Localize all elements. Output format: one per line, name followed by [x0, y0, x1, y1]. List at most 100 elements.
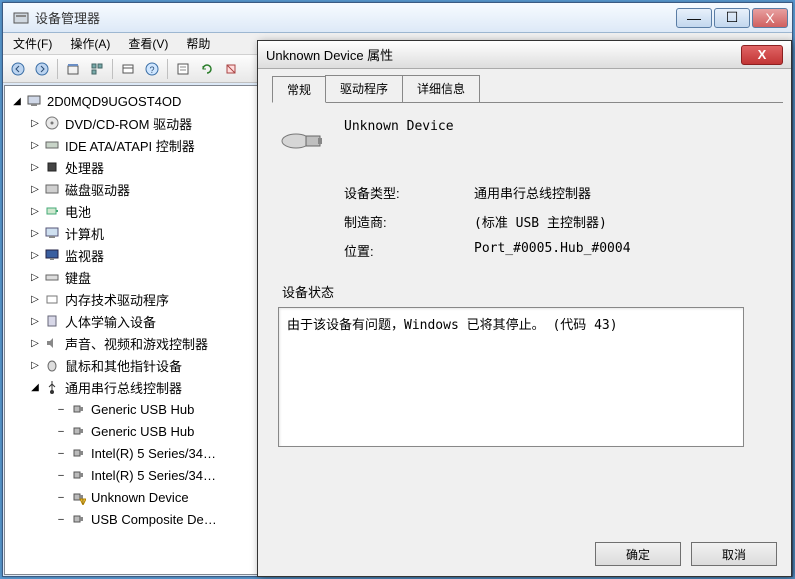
tree-node-label: 处理器: [65, 158, 104, 177]
svg-text:?: ?: [149, 65, 154, 75]
dialog-title-bar: Unknown Device 属性 X: [258, 41, 791, 69]
leaf-dash: –: [53, 448, 69, 459]
expand-icon[interactable]: ▷: [27, 316, 43, 327]
tree-root-label: 2D0MQD9UGOST4OD: [47, 94, 181, 109]
menu-help[interactable]: 帮助: [182, 33, 214, 54]
tab-row: 常规 驱动程序 详细信息: [258, 69, 791, 102]
tb-help-icon[interactable]: ?: [141, 58, 163, 80]
tb-organize-icon[interactable]: [86, 58, 108, 80]
usb-plug-icon: [278, 117, 326, 165]
device-header: Unknown Device: [278, 117, 771, 165]
expand-icon[interactable]: ▷: [27, 228, 43, 239]
tb-up-icon[interactable]: [62, 58, 84, 80]
dialog-title: Unknown Device 属性: [266, 45, 741, 64]
tab-general[interactable]: 常规: [272, 76, 326, 103]
disc-icon: [43, 115, 61, 131]
menu-view[interactable]: 查看(V): [124, 33, 172, 54]
menu-file[interactable]: 文件(F): [9, 33, 56, 54]
device-status-text[interactable]: 由于该设备有问题，Windows 已将其停止。 (代码 43): [278, 307, 744, 447]
device-info: 设备类型: 通用串行总线控制器 制造商: (标准 USB 主控制器) 位置: P…: [344, 183, 771, 260]
usb-plug-icon: [69, 401, 87, 417]
usb-plug-icon: [69, 423, 87, 439]
value-location: Port_#0005.Hub_#0004: [474, 241, 631, 260]
menu-action[interactable]: 操作(A): [66, 33, 114, 54]
tree-node-label: Generic USB Hub: [91, 424, 194, 439]
minimize-button[interactable]: —: [676, 8, 712, 28]
usb-icon: [43, 379, 61, 395]
ok-button[interactable]: 确定: [595, 542, 681, 566]
tb-refresh-icon[interactable]: [196, 58, 218, 80]
label-device-status: 设备状态: [282, 282, 771, 301]
tree-node-label: IDE ATA/ATAPI 控制器: [65, 136, 195, 155]
usb-plug-icon: [69, 445, 87, 461]
tree-node-label: 监视器: [65, 246, 104, 265]
tab-driver[interactable]: 驱动程序: [325, 75, 403, 102]
expand-icon[interactable]: ▷: [27, 140, 43, 151]
tree-node-label: 通用串行总线控制器: [65, 378, 182, 397]
label-manufacturer: 制造商:: [344, 212, 474, 231]
expand-icon[interactable]: ▷: [27, 184, 43, 195]
sound-icon: [43, 335, 61, 351]
tree-node-label: Intel(R) 5 Series/34…: [91, 446, 216, 461]
value-manufacturer: (标准 USB 主控制器): [474, 212, 607, 231]
tree-node-label: Intel(R) 5 Series/34…: [91, 468, 216, 483]
leaf-dash: –: [53, 404, 69, 415]
usb-plug-warn-icon: !: [69, 489, 87, 505]
tree-node-label: 声音、视频和游戏控制器: [65, 334, 208, 353]
tree-node-label: 计算机: [65, 224, 104, 243]
tb-uninstall-icon[interactable]: [220, 58, 242, 80]
tree-node-label: DVD/CD-ROM 驱动器: [65, 114, 192, 133]
expand-icon[interactable]: ▷: [27, 272, 43, 283]
cancel-button[interactable]: 取消: [691, 542, 777, 566]
label-location: 位置:: [344, 241, 474, 260]
maximize-button[interactable]: ☐: [714, 8, 750, 28]
leaf-dash: –: [53, 492, 69, 503]
tree-node-label: 内存技术驱动程序: [65, 290, 169, 309]
leaf-dash: –: [53, 470, 69, 481]
tree-node-label: 磁盘驱动器: [65, 180, 130, 199]
tb-properties-icon[interactable]: [172, 58, 194, 80]
hid-icon: [43, 313, 61, 329]
expand-icon[interactable]: ▷: [27, 118, 43, 129]
ide-icon: [43, 137, 61, 153]
tree-node-label: 键盘: [65, 268, 91, 287]
toolbar-separator: [167, 59, 168, 79]
device-status-group: 设备状态 由于该设备有问题，Windows 已将其停止。 (代码 43): [278, 282, 771, 447]
window-controls: — ☐ X: [676, 8, 788, 28]
leaf-dash: –: [53, 514, 69, 525]
toolbar-separator: [112, 59, 113, 79]
tree-node-label: USB Composite De…: [91, 512, 217, 527]
expand-icon[interactable]: ▷: [27, 360, 43, 371]
expand-icon[interactable]: ◢: [27, 382, 43, 393]
card-icon: [43, 291, 61, 307]
computer-icon: [43, 225, 61, 241]
tb-forward-icon[interactable]: [31, 58, 53, 80]
disk-icon: [43, 181, 61, 197]
app-icon: [13, 10, 29, 26]
expand-icon[interactable]: ▷: [27, 294, 43, 305]
expand-icon[interactable]: ▷: [27, 250, 43, 261]
computer-icon: [25, 93, 43, 109]
tb-back-icon[interactable]: [7, 58, 29, 80]
tree-node-label: Unknown Device: [91, 490, 189, 505]
leaf-dash: –: [53, 426, 69, 437]
tab-details[interactable]: 详细信息: [402, 75, 480, 102]
label-device-type: 设备类型:: [344, 183, 474, 202]
dialog-close-button[interactable]: X: [741, 45, 783, 65]
tb-view-icon[interactable]: [117, 58, 139, 80]
tab-body-general: Unknown Device 设备类型: 通用串行总线控制器 制造商: (标准 …: [258, 103, 791, 461]
close-button[interactable]: X: [752, 8, 788, 28]
expand-icon[interactable]: ▷: [27, 162, 43, 173]
tree-node-label: 人体学输入设备: [65, 312, 156, 331]
battery-icon: [43, 203, 61, 219]
expand-icon[interactable]: ▷: [27, 338, 43, 349]
title-bar: 设备管理器 — ☐ X: [3, 3, 792, 33]
tree-node-label: 鼠标和其他指针设备: [65, 356, 182, 375]
device-name: Unknown Device: [344, 117, 454, 134]
collapse-icon[interactable]: ◢: [9, 96, 25, 107]
expand-icon[interactable]: ▷: [27, 206, 43, 217]
properties-dialog: Unknown Device 属性 X 常规 驱动程序 详细信息 Unknown…: [257, 40, 792, 577]
usb-plug-icon: [69, 511, 87, 527]
usb-plug-icon: [69, 467, 87, 483]
value-device-type: 通用串行总线控制器: [474, 183, 591, 202]
